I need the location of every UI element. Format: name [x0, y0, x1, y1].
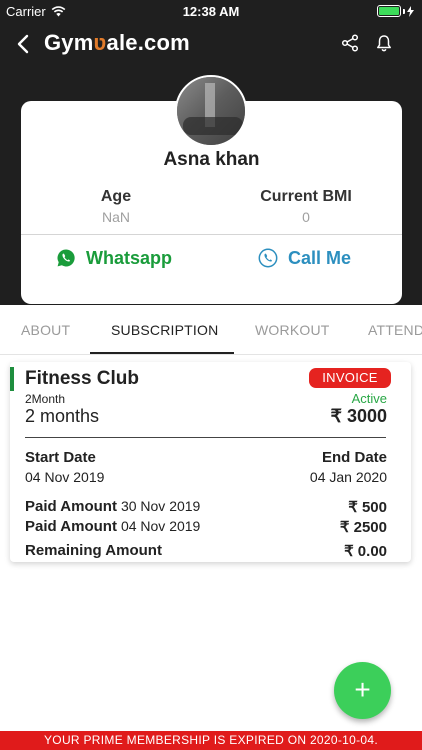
charging-icon	[407, 5, 414, 17]
clock: 12:38 AM	[182, 4, 240, 19]
tab-bar: ABOUT SUBSCRIPTION WORKOUT ATTEND	[0, 305, 422, 355]
membership-expired-banner: YOUR PRIME MEMBERSHIP IS EXPIRED ON 2020…	[0, 731, 422, 750]
profile-name: Asna khan	[163, 149, 260, 170]
payment-label: Paid Amount	[25, 518, 117, 535]
share-icon[interactable]	[341, 34, 359, 52]
card-divider	[21, 234, 402, 235]
plan-duration: 2 months	[25, 406, 100, 426]
call-me-label: Call Me	[288, 247, 352, 268]
age-label: Age	[100, 188, 132, 205]
tab-subscription[interactable]: SUBSCRIPTION	[111, 322, 218, 338]
card-divider	[25, 437, 386, 438]
end-date-value: 04 Jan 2020	[309, 469, 387, 485]
accent-bar	[10, 367, 14, 391]
chevron-left-icon[interactable]	[12, 32, 34, 56]
logo-prefix: Gym	[44, 30, 94, 55]
payment-amount: ₹ 2500	[339, 519, 387, 536]
age-value: NaN	[101, 209, 130, 225]
whatsapp-button[interactable]: Whatsapp	[56, 245, 172, 271]
tab-workout[interactable]: WORKOUT	[255, 322, 330, 338]
club-name: Fitness Club	[25, 368, 140, 389]
start-date-value: 04 Nov 2019	[25, 469, 105, 485]
bmi-stat: Current BMI 0	[211, 188, 401, 225]
phone-icon	[258, 248, 278, 268]
add-button[interactable]: +	[334, 662, 391, 719]
battery-icon	[377, 5, 414, 17]
tab-about[interactable]: ABOUT	[21, 322, 70, 338]
logo-mark: ʋ	[93, 30, 107, 55]
nav-bar: Gymʋale.com	[0, 22, 422, 66]
status-bar: Carrier 12:38 AM	[0, 0, 422, 22]
payment-label: Paid Amount	[25, 498, 117, 515]
call-me-button[interactable]: Call Me	[258, 245, 351, 271]
remaining-amount-label: Remaining Amount	[25, 542, 162, 559]
plan-name: 2Month	[25, 392, 66, 406]
start-date-label: Start Date	[25, 449, 96, 466]
age-stat: Age NaN	[21, 188, 211, 225]
subscription-card: Fitness Club 2Month 2 months INVOICE Act…	[10, 362, 411, 562]
bell-icon[interactable]	[375, 34, 393, 52]
logo-suffix: ale.com	[106, 30, 190, 55]
payment-date: 30 Nov 2019	[120, 498, 201, 514]
whatsapp-icon	[57, 249, 75, 267]
bmi-label: Current BMI	[260, 188, 352, 205]
end-date-label: End Date	[321, 449, 387, 466]
payment-row: Paid Amount 04 Nov 2019	[25, 518, 200, 535]
whatsapp-label: Whatsapp	[86, 247, 173, 268]
tab-attendance[interactable]: ATTEND	[368, 322, 422, 338]
plan-price: ₹ 3000	[330, 406, 388, 426]
avatar	[175, 75, 247, 147]
active-tab-indicator	[90, 352, 234, 354]
remaining-amount-value: ₹ 0.00	[344, 543, 387, 560]
payment-amount: ₹ 500	[348, 499, 387, 516]
status-badge: Active	[351, 391, 387, 406]
payment-date: 04 Nov 2019	[120, 518, 201, 534]
payment-row: Paid Amount 30 Nov 2019	[25, 498, 200, 515]
invoice-button[interactable]: INVOICE	[309, 368, 391, 388]
bmi-value: 0	[302, 209, 310, 225]
app-logo: Gymʋale.com	[44, 30, 190, 56]
